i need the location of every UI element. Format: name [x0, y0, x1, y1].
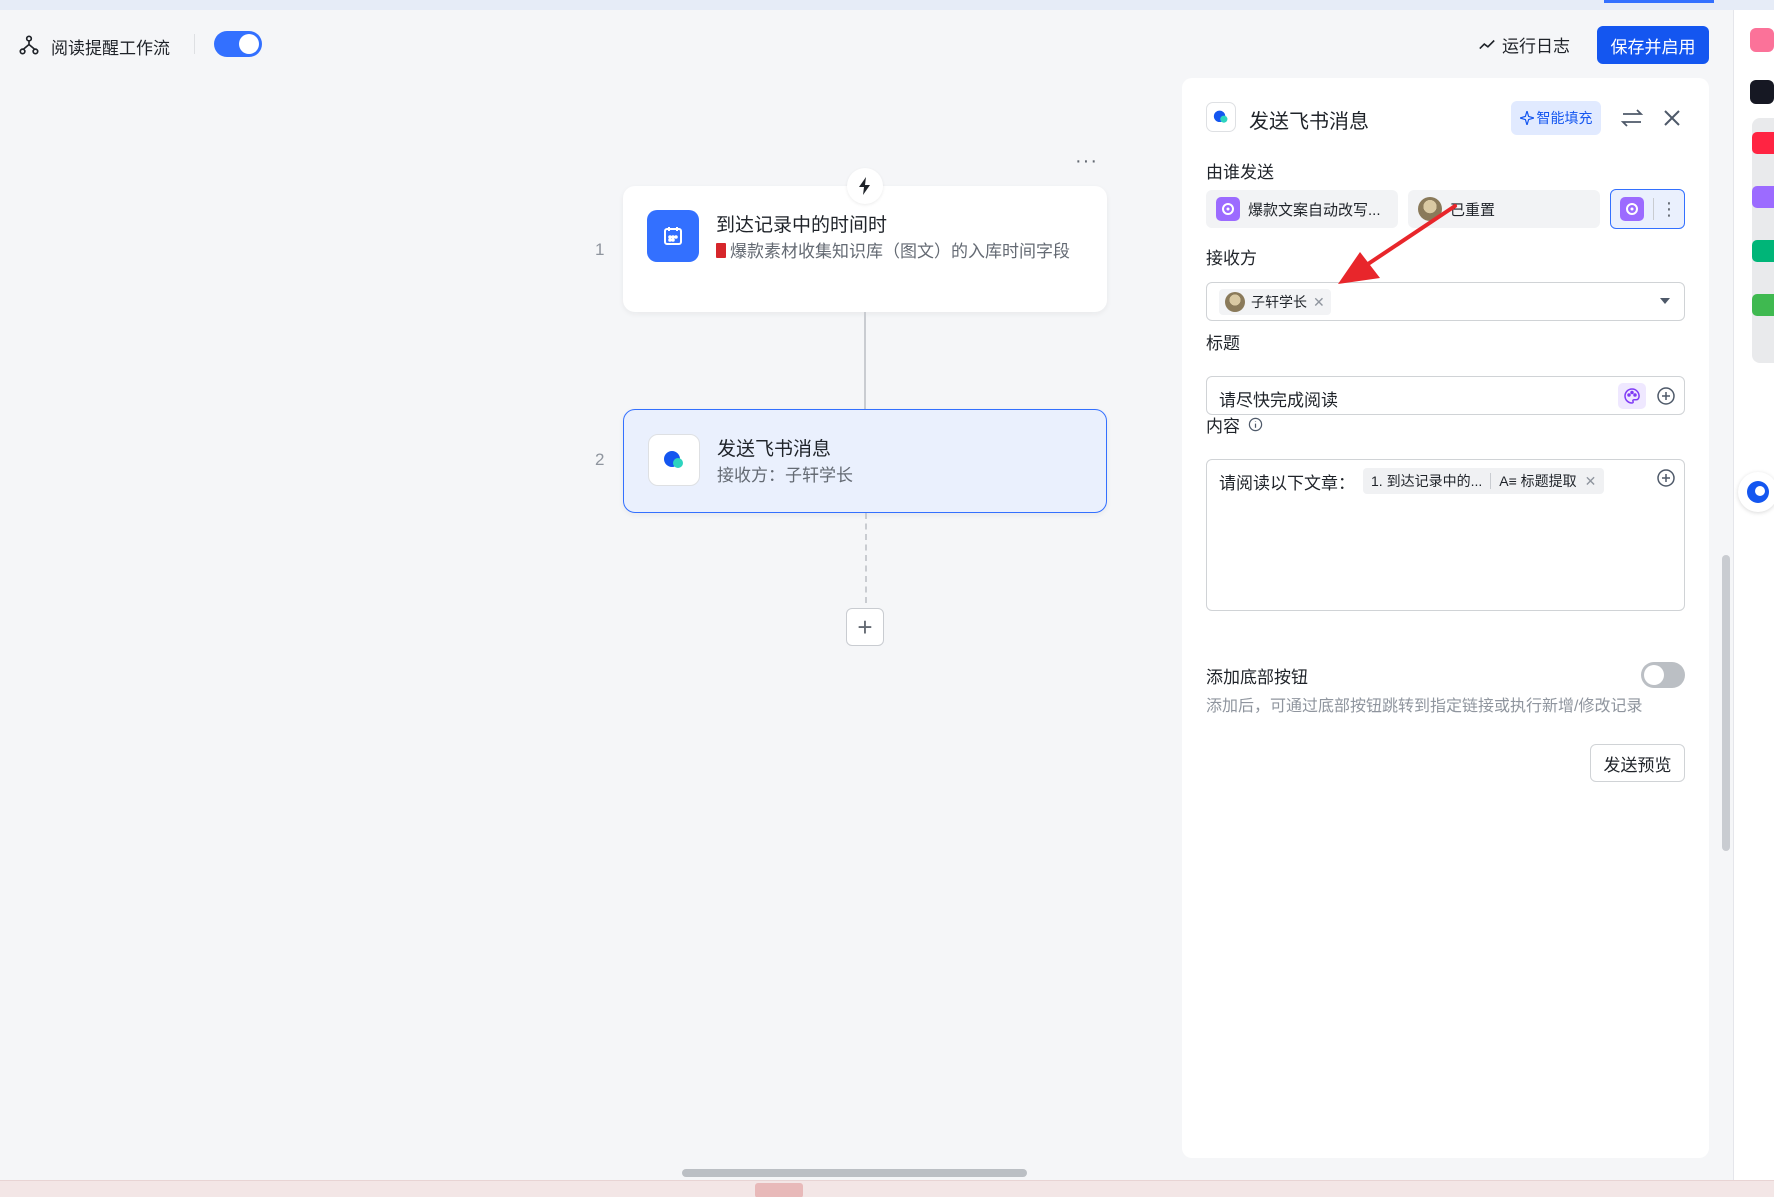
variable-source: 1. 到达记录中的...	[1371, 473, 1483, 489]
title-value: 请尽快完成阅读	[1219, 391, 1338, 410]
app-logo-icon	[1216, 197, 1240, 221]
avatar	[1225, 292, 1245, 312]
insert-variable-icon[interactable]	[1656, 386, 1676, 406]
header-divider	[194, 34, 195, 54]
toggle-knob	[1644, 665, 1664, 685]
taskbar-app[interactable]	[755, 1183, 803, 1197]
smart-fill-label: 智能填充	[1536, 110, 1593, 126]
node-subtitle: 接收方：子轩学长	[717, 466, 853, 485]
swap-icon[interactable]	[1618, 104, 1646, 132]
flow-node-send-message[interactable]: 发送飞书消息 接收方：子轩学长	[623, 409, 1107, 513]
assistant-float-button[interactable]	[1738, 472, 1774, 512]
feishu-message-icon	[648, 434, 700, 486]
chevron-down-icon[interactable]	[1660, 298, 1670, 304]
save-and-enable-button[interactable]: 保存并启用	[1597, 26, 1709, 64]
receiver-label: 接收方	[1206, 249, 1257, 268]
flow-node-trigger[interactable]: 到达记录中的时间时 爆款素材收集知识库（图文）的入库时间字段	[623, 186, 1107, 312]
connector-line	[864, 312, 866, 409]
feishu-message-icon	[1206, 102, 1236, 132]
node-title: 到达记录中的时间时	[716, 215, 888, 236]
app-icon[interactable]	[1752, 186, 1774, 208]
panel-title: 发送飞书消息	[1249, 111, 1369, 133]
calendar-icon	[647, 210, 699, 262]
workflow-title[interactable]: 阅读提醒工作流	[51, 34, 170, 59]
add-bottom-button-hint: 添加后，可通过底部按钮跳转到指定链接或执行新增/修改记录	[1206, 698, 1643, 715]
close-icon[interactable]	[1658, 104, 1686, 132]
taskbar	[0, 1180, 1774, 1197]
step-number: 1	[595, 240, 605, 259]
content-label: 内容	[1206, 412, 1263, 437]
sender-selected[interactable]: ⋮	[1610, 189, 1685, 229]
node-subtitle: 爆款素材收集知识库（图文）的入库时间字段	[716, 238, 1086, 265]
receiver-tag: 子轩学长 ✕	[1219, 289, 1331, 315]
workflow-enable-toggle[interactable]	[214, 31, 262, 57]
book-icon	[716, 243, 726, 258]
kebab-menu-icon[interactable]: ⋮	[1654, 200, 1684, 218]
add-bottom-button-label: 添加底部按钮	[1206, 668, 1308, 687]
xiaohongshu-icon[interactable]	[1752, 132, 1774, 154]
style-palette-icon[interactable]	[1618, 383, 1646, 409]
horizontal-scrollbar[interactable]	[682, 1169, 1027, 1177]
sender-label: 由谁发送	[1206, 163, 1274, 182]
info-icon[interactable]	[1248, 417, 1263, 432]
bilibili-icon[interactable]	[1750, 28, 1774, 52]
browser-top-strip	[0, 0, 1774, 10]
connector-line-dashed	[865, 513, 867, 603]
content-text: 请阅读以下文章：	[1219, 473, 1355, 493]
app-logo-icon	[1620, 197, 1644, 221]
variable-chip[interactable]: 1. 到达记录中的... A≡ 标题提取 ✕	[1363, 468, 1605, 494]
receiver-tag-label: 子轩学长	[1251, 294, 1307, 310]
more-options-icon[interactable]: ···	[1075, 150, 1098, 173]
title-input[interactable]: 请尽快完成阅读	[1206, 376, 1685, 415]
title-label: 标题	[1206, 334, 1240, 353]
top-accent	[1604, 0, 1714, 3]
variable-field: A≡ 标题提取	[1499, 473, 1577, 489]
app-icon[interactable]	[1752, 240, 1774, 262]
lightning-icon	[847, 168, 883, 204]
run-log-button[interactable]: 运行日志	[1478, 32, 1570, 57]
smart-fill-button[interactable]: 智能填充	[1511, 101, 1601, 135]
annotation-arrow-icon	[1338, 204, 1457, 284]
remove-variable-icon[interactable]: ✕	[1585, 473, 1605, 490]
node-title: 发送飞书消息	[717, 439, 832, 460]
sidebar-app-group	[1752, 118, 1774, 363]
workflow-header: 阅读提醒工作流 运行日志 保存并启用	[0, 10, 1730, 80]
insert-variable-icon[interactable]	[1656, 468, 1676, 488]
app-icon[interactable]	[1752, 294, 1774, 316]
sparkle-icon	[1519, 111, 1534, 125]
vertical-scrollbar[interactable]	[1722, 555, 1730, 851]
toggle-knob	[239, 34, 259, 54]
step-number: 2	[595, 450, 605, 469]
run-log-label: 运行日志	[1502, 37, 1570, 56]
workflow-icon	[19, 35, 39, 55]
add-step-button[interactable]: +	[846, 608, 884, 646]
add-bottom-button-toggle[interactable]	[1641, 662, 1685, 688]
trend-icon	[1479, 39, 1495, 49]
tiktok-icon[interactable]	[1750, 80, 1774, 104]
remove-tag-icon[interactable]: ✕	[1313, 294, 1325, 311]
content-editor[interactable]: 请阅读以下文章： 1. 到达记录中的... A≡ 标题提取 ✕	[1206, 459, 1685, 611]
send-preview-button[interactable]: 发送预览	[1590, 744, 1685, 782]
